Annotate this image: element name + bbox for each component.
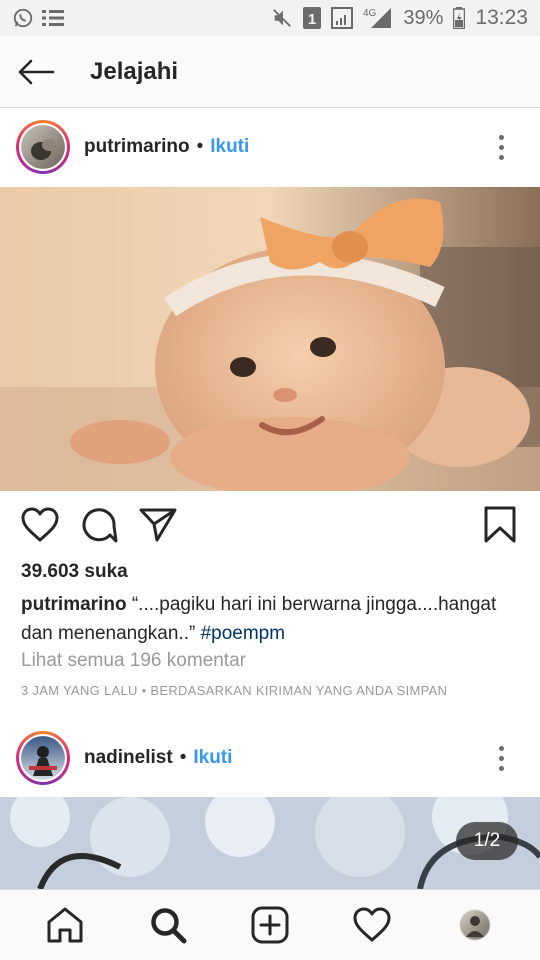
view-comments-link[interactable]: Lihat semua 196 komentar <box>21 650 246 672</box>
post-username[interactable]: putrimarino <box>84 136 190 158</box>
more-dot <box>498 745 504 751</box>
add-post-icon <box>251 906 289 944</box>
arrow-left-icon <box>18 59 55 84</box>
mute-icon <box>271 7 293 29</box>
search-icon <box>150 908 187 944</box>
like-count[interactable]: 39.603 suka <box>21 561 128 583</box>
post-actions <box>0 498 540 554</box>
heart-icon <box>21 507 59 542</box>
separator-dot: • <box>196 136 204 157</box>
avatar[interactable] <box>16 731 70 785</box>
image-counter: 1/2 <box>456 822 518 860</box>
post-caption: putrimarino “....pagiku hari ini berwarn… <box>21 590 521 648</box>
post-image[interactable] <box>0 187 540 491</box>
send-icon <box>139 508 177 542</box>
app-header: Jelajahi <box>0 36 540 108</box>
signal-4g-icon: 4G <box>363 6 393 30</box>
comment-button[interactable] <box>78 504 120 546</box>
share-button[interactable] <box>137 504 179 546</box>
nav-new-post[interactable] <box>240 895 300 955</box>
signal-icon <box>331 7 354 29</box>
post-username[interactable]: nadinelist <box>84 747 173 769</box>
nav-home[interactable] <box>35 895 95 955</box>
post-header: putrimarino • Ikuti <box>0 108 540 186</box>
nav-activity[interactable] <box>342 895 402 955</box>
post-timestamp: 3 JAM YANG LALU • BERDASARKAN KIRIMAN YA… <box>21 683 448 698</box>
status-time: 13:23 <box>475 6 528 29</box>
status-bar: 1 4G 39% 13:23 <box>0 0 540 36</box>
caption-hashtag[interactable]: #poempm <box>201 623 286 644</box>
avatar-image <box>21 736 65 780</box>
more-options-button[interactable] <box>486 743 516 773</box>
battery-percent: 39% <box>403 6 444 29</box>
sim-icon: 1 <box>303 7 322 29</box>
separator-dot: • <box>179 747 187 768</box>
like-button[interactable] <box>19 504 61 546</box>
activity-heart-icon <box>353 907 391 942</box>
page-title: Jelajahi <box>90 57 179 85</box>
more-dot <box>498 755 504 761</box>
home-icon <box>47 907 83 943</box>
more-options-button[interactable] <box>486 132 516 162</box>
status-bar-left <box>12 7 64 29</box>
more-dot <box>498 154 504 160</box>
more-dot <box>498 144 504 150</box>
profile-avatar <box>459 909 491 941</box>
nav-search[interactable] <box>138 895 198 955</box>
save-button[interactable] <box>479 504 521 546</box>
comment-icon <box>82 508 118 543</box>
avatar[interactable] <box>16 120 70 174</box>
network-label: 4G <box>363 8 377 19</box>
status-bar-right: 1 4G 39% 13:23 <box>271 6 528 30</box>
sim-badge: 1 <box>308 11 316 28</box>
follow-button[interactable]: Ikuti <box>210 136 249 158</box>
back-button[interactable] <box>0 36 72 108</box>
whatsapp-icon <box>12 7 34 29</box>
baby-photo <box>0 187 540 491</box>
post-header: nadinelist • Ikuti <box>0 719 540 797</box>
list-icon <box>42 9 64 27</box>
battery-icon <box>453 7 466 29</box>
follow-button[interactable]: Ikuti <box>193 747 232 769</box>
more-dot <box>498 134 504 140</box>
nav-profile[interactable] <box>445 895 505 955</box>
caption-username[interactable]: putrimarino <box>21 594 127 615</box>
avatar-image <box>21 125 65 169</box>
more-dot <box>498 765 504 771</box>
bookmark-icon <box>484 506 516 543</box>
bottom-navigation <box>0 889 540 960</box>
